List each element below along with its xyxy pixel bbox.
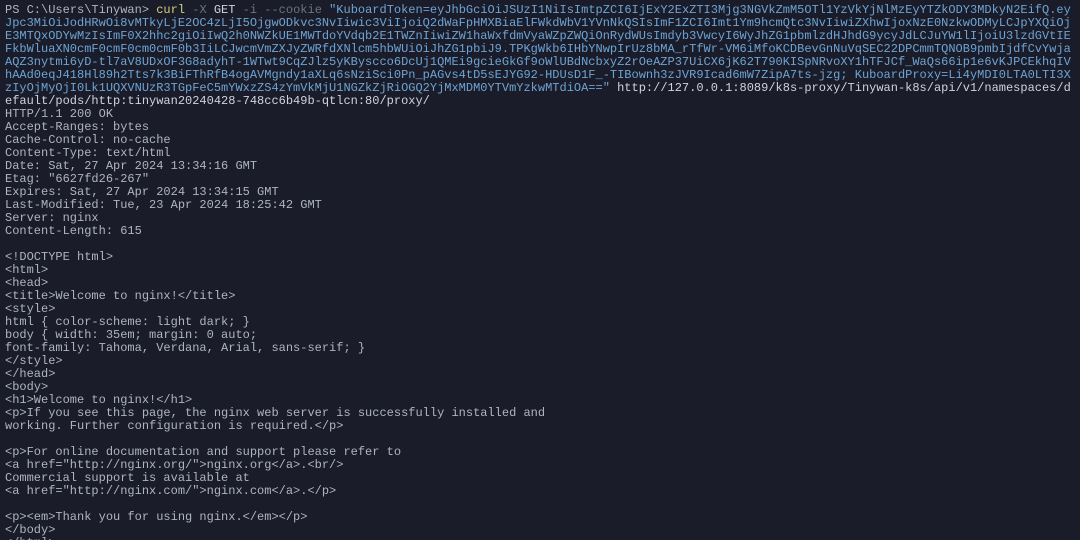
response-body-line: </head> [5,367,55,381]
response-body-line: <p>For online documentation and support … [5,445,401,459]
terminal-output[interactable]: PS C:\Users\Tinywan> curl -X GET -i --co… [0,0,1080,540]
response-body-line: <a href="http://nginx.org/">nginx.org</a… [5,458,343,472]
response-header: Date: Sat, 27 Apr 2024 13:34:16 GMT [5,159,257,173]
flag-x: -X [192,3,206,17]
prompt-path: C:\Users\Tinywan [27,3,142,17]
response-body-line: <style> [5,302,55,316]
flag-cookie: --cookie [264,3,322,17]
response-body-line: Commercial support is available at [5,471,250,485]
response-body-line: font-family: Tahoma, Verdana, Arial, san… [5,341,365,355]
response-header: Cache-Control: no-cache [5,133,171,147]
response-body-line: working. Further configuration is requir… [5,419,343,433]
method-get: GET [214,3,236,17]
prompt-prefix: PS [5,3,27,17]
response-header: Expires: Sat, 27 Apr 2024 13:34:15 GMT [5,185,279,199]
response-header: Accept-Ranges: bytes [5,120,149,134]
response-body-line: </style> [5,354,63,368]
response-body-line: <html> [5,263,48,277]
prompt-symbol: > [142,3,149,17]
response-body-line: <h1>Welcome to nginx!</h1> [5,393,192,407]
http-status-line: HTTP/1.1 200 OK [5,107,113,121]
response-header: Server: nginx [5,211,99,225]
response-body-line: </body> [5,523,55,537]
response-header: Last-Modified: Tue, 23 Apr 2024 18:25:42… [5,198,322,212]
curl-command: curl [156,3,185,17]
flag-i: -i [243,3,257,17]
response-header: Content-Length: 615 [5,224,142,238]
response-body-line: body { width: 35em; margin: 0 auto; [5,328,257,342]
response-body-line: <p><em>Thank you for using nginx.</em></… [5,510,307,524]
response-body-line: html { color-scheme: light dark; } [5,315,250,329]
response-header: Etag: "6627fd26-267" [5,172,149,186]
response-body-line: <a href="http://nginx.com/">nginx.com</a… [5,484,336,498]
response-header: Content-Type: text/html [5,146,171,160]
response-body-line: <!DOCTYPE html> [5,250,113,264]
response-body-line: <title>Welcome to nginx!</title> [5,289,235,303]
response-body-line: <head> [5,276,48,290]
response-body-line: </html> [5,536,55,540]
response-body-line: <p>If you see this page, the nginx web s… [5,406,545,420]
response-body-line: <body> [5,380,48,394]
